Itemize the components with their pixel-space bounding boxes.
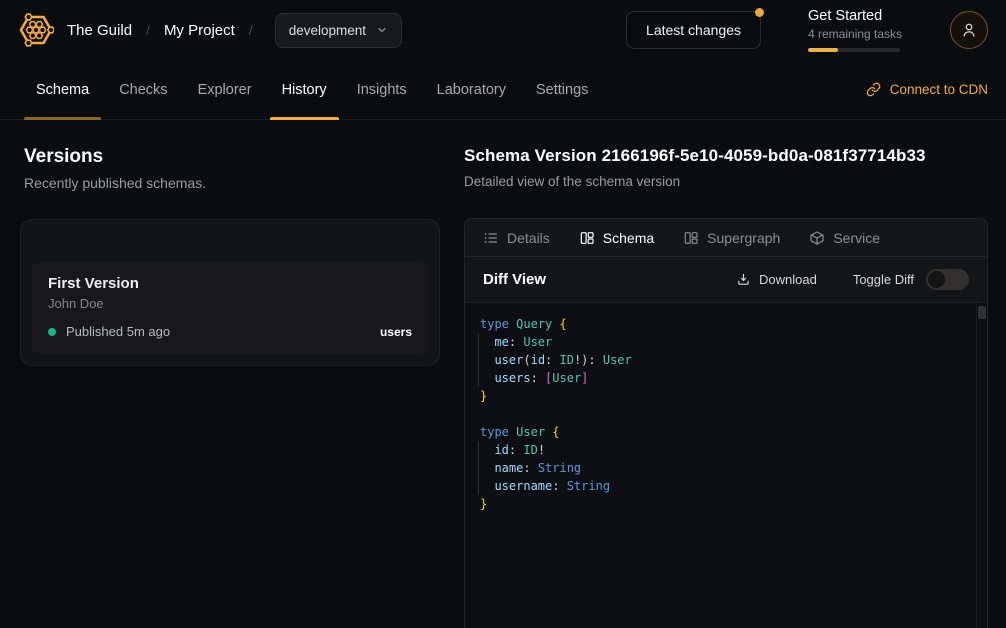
tab-history[interactable]: History: [270, 60, 339, 119]
versions-title: Versions: [24, 146, 440, 168]
latest-changes-label: Latest changes: [646, 22, 741, 38]
project-nav-tabs: Schema Checks Explorer History Insights …: [0, 60, 1006, 120]
detail-tab-label: Schema: [603, 230, 654, 246]
columns-icon: [579, 230, 595, 246]
schema-code-editor[interactable]: type Query { me: User user(id: ID!): Use…: [465, 303, 987, 628]
code-lines: type Query { me: User user(id: ID!): Use…: [480, 315, 963, 513]
get-started-title: Get Started: [808, 8, 900, 24]
cube-icon: [809, 230, 825, 246]
indent-guide: [478, 441, 479, 495]
tab-laboratory[interactable]: Laboratory: [425, 60, 518, 119]
tab-settings[interactable]: Settings: [524, 60, 600, 119]
schema-version-title: Schema Version 2166196f-5e10-4059-bd0a-0…: [464, 146, 988, 166]
versions-list-panel: First Version John Doe Published 5m ago …: [20, 219, 440, 366]
version-meta-row: Published 5m ago users: [48, 324, 412, 339]
version-card[interactable]: First Version John Doe Published 5m ago …: [32, 262, 428, 354]
breadcrumb-separator: /: [249, 22, 253, 38]
detail-tab-label: Supergraph: [707, 230, 780, 246]
main-content: Versions Recently published schemas. Fir…: [0, 120, 1006, 628]
download-button[interactable]: Download: [736, 272, 817, 287]
detail-tabs-row: Details Schema: [465, 219, 987, 257]
breadcrumb: The Guild / My Project /: [67, 22, 253, 39]
chevron-down-icon: [376, 24, 388, 36]
diff-view-toolbar: Diff View Download Toggle Diff: [465, 257, 987, 303]
download-icon: [736, 272, 751, 287]
detail-tab-label: Service: [833, 230, 880, 246]
detail-tab-label: Details: [507, 230, 550, 246]
breadcrumb-org[interactable]: The Guild: [67, 22, 132, 39]
top-header: The Guild / My Project / development Lat…: [0, 0, 1006, 60]
tab-checks[interactable]: Checks: [107, 60, 179, 119]
indent-guide: [478, 333, 479, 387]
scrollbar-thumb[interactable]: [978, 306, 986, 319]
toggle-diff-label: Toggle Diff: [853, 272, 914, 287]
connect-to-cdn-label: Connect to CDN: [890, 82, 988, 97]
user-avatar[interactable]: [950, 11, 988, 49]
target-selector-value: development: [289, 23, 366, 38]
tab-explorer[interactable]: Explorer: [186, 60, 264, 119]
version-name: First Version: [48, 275, 412, 292]
detail-tab-schema[interactable]: Schema: [579, 230, 654, 246]
detail-tab-service[interactable]: Service: [809, 230, 880, 246]
columns-icon: [683, 230, 699, 246]
get-started-widget[interactable]: Get Started 4 remaining tasks: [808, 8, 900, 53]
version-service-badge: users: [380, 325, 412, 339]
detail-tab-details[interactable]: Details: [483, 230, 550, 246]
versions-subtitle: Recently published schemas.: [24, 175, 440, 191]
detail-tab-supergraph[interactable]: Supergraph: [683, 230, 780, 246]
notification-dot: [755, 8, 764, 17]
latest-changes-button[interactable]: Latest changes: [626, 11, 761, 49]
published-status-dot: [48, 328, 56, 336]
version-author: John Doe: [48, 296, 412, 311]
diff-view-title: Diff View: [483, 271, 546, 288]
get-started-subtitle: 4 remaining tasks: [808, 27, 900, 41]
download-label: Download: [759, 272, 817, 287]
toggle-diff-switch[interactable]: [926, 269, 969, 290]
schema-version-subtitle: Detailed view of the schema version: [464, 174, 988, 189]
version-detail-panel: Details Schema: [464, 218, 988, 628]
tab-insights[interactable]: Insights: [345, 60, 419, 119]
version-status: Published 5m ago: [66, 324, 170, 339]
switch-knob: [928, 271, 945, 288]
tab-schema[interactable]: Schema: [24, 60, 101, 119]
editor-scrollbar: [976, 303, 987, 628]
link-icon: [866, 82, 881, 97]
hive-logo-icon[interactable]: [18, 12, 54, 48]
connect-to-cdn-link[interactable]: Connect to CDN: [866, 60, 988, 119]
list-icon: [483, 230, 499, 246]
target-selector-dropdown[interactable]: development: [275, 13, 402, 48]
version-detail-column: Schema Version 2166196f-5e10-4059-bd0a-0…: [464, 146, 988, 628]
get-started-progress-bar: [808, 48, 900, 53]
get-started-progress-fill: [808, 48, 838, 53]
person-icon: [960, 21, 978, 39]
breadcrumb-separator: /: [146, 22, 150, 38]
versions-column: Versions Recently published schemas. Fir…: [24, 146, 440, 366]
breadcrumb-project[interactable]: My Project: [164, 22, 235, 39]
